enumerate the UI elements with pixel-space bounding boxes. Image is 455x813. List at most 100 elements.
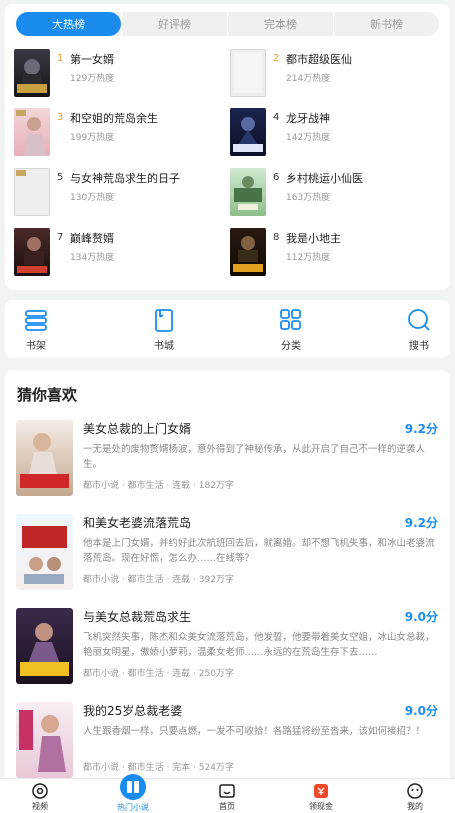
rank-number: 8 xyxy=(273,232,280,243)
book-cover[interactable] xyxy=(16,608,73,684)
nav-label: 搜书 xyxy=(409,341,429,352)
recommend-section: 猜你喜欢 美女总裁的上门女婿 9.2分 一无是处的废物赘婿杨波，意外得到了神秘传… xyxy=(5,370,450,780)
cash-icon xyxy=(314,784,328,798)
rank-number: 1 xyxy=(57,53,64,64)
bottom-tab-bar: 视频 热门小说 首页 领现金 我的 xyxy=(0,774,455,813)
nav-label: 书城 xyxy=(154,341,174,352)
book-cover[interactable] xyxy=(14,108,50,156)
book-heat: 142万热度 xyxy=(286,133,331,143)
nav-bookshelf[interactable]: 书架 xyxy=(6,308,66,354)
book-cover[interactable] xyxy=(16,702,73,778)
book-title: 与美女总裁荒岛求生 xyxy=(83,610,192,624)
book-title: 与女神荒岛求生的日子 xyxy=(70,172,180,185)
tabbar-cash[interactable]: 领现金 xyxy=(281,782,361,812)
bookstore-icon xyxy=(155,309,173,332)
book-title: 乡村桃运小仙医 xyxy=(286,172,363,185)
tabbar-profile[interactable]: 我的 xyxy=(375,782,455,812)
book-list-item[interactable]: 与美女总裁荒岛求生 9.0分 飞机突然失事，陈杰和众美女流落荒岛，他发誓，他要带… xyxy=(5,608,450,694)
rank-number: 6 xyxy=(273,172,280,183)
book-meta: 都市小说 · 都市生活 · 连载 · 250万字 xyxy=(83,669,234,679)
book-heat: 129万热度 xyxy=(70,74,115,84)
book-cover[interactable] xyxy=(230,168,266,216)
rank-item[interactable]: 6 乡村桃运小仙医 163万热度 xyxy=(230,168,440,218)
tabbar-label: 视频 xyxy=(32,802,48,811)
nav-category[interactable]: 分类 xyxy=(261,308,321,354)
book-title: 龙牙战神 xyxy=(286,112,330,125)
book-description: 人生跟香烟一样，只要点燃，一发不可收拾！各路猛将纷至沓来，该如何接招？！ xyxy=(83,726,426,737)
rank-number: 3 xyxy=(57,112,64,123)
ranking-tabs: 大热榜 好评榜 完本榜 新书榜 xyxy=(16,12,439,36)
book-heat: 199万热度 xyxy=(70,133,115,143)
nav-bookstore[interactable]: 书城 xyxy=(134,308,194,354)
quick-nav: 书架 书城 分类 搜书 xyxy=(5,300,450,358)
book-title: 和空姐的荒岛余生 xyxy=(70,112,158,125)
book-list-item[interactable]: 我的25岁总裁老婆 9.0分 人生跟香烟一样，只要点燃，一发不可收拾！各路猛将纷… xyxy=(5,702,450,780)
section-heading: 猜你喜欢 xyxy=(17,386,78,404)
book-list-item[interactable]: 美女总裁的上门女婿 9.2分 一无是处的废物赘婿杨波，意外得到了神秘传承，从此开… xyxy=(5,420,450,506)
category-icon xyxy=(280,309,301,330)
tab-new[interactable]: 新书榜 xyxy=(333,12,439,36)
book-description: 一无是处的废物赘婿杨波，意外得到了神秘传承，从此开启了自己不一样的逆袭人生。 xyxy=(83,444,426,470)
book-heat: 134万热度 xyxy=(70,253,115,263)
book-score: 9.2分 xyxy=(404,516,438,530)
book-cover[interactable] xyxy=(14,49,50,97)
book-title: 美女总裁的上门女婿 xyxy=(83,422,192,436)
rank-item[interactable]: 4 龙牙战神 142万热度 xyxy=(230,108,440,158)
tab-completed[interactable]: 完本榜 xyxy=(227,12,333,36)
nav-label: 书架 xyxy=(26,341,46,352)
book-meta: 都市小说 · 都市生活 · 连载 · 182万字 xyxy=(83,481,234,491)
nav-search[interactable]: 搜书 xyxy=(389,308,449,354)
book-description: 他本是上门女婿，并约好此次航班回去后，就离婚。却不想飞机失事，和冰山老婆流落荒岛… xyxy=(83,538,435,564)
book-heat: 214万热度 xyxy=(286,74,331,84)
book-title: 我的25岁总裁老婆 xyxy=(83,704,183,718)
book-score: 9.2分 xyxy=(404,422,438,436)
book-cover[interactable] xyxy=(230,49,266,97)
book-cover[interactable] xyxy=(230,108,266,156)
book-meta: 都市小说 · 都市生活 · 完本 · 524万字 xyxy=(83,763,234,773)
tabbar-label: 领现金 xyxy=(309,802,333,811)
rank-item[interactable]: 7 巅峰赘婿 134万热度 xyxy=(14,228,224,278)
video-icon xyxy=(32,783,48,799)
home-icon xyxy=(219,784,235,798)
rank-number: 4 xyxy=(273,112,280,123)
book-title: 我是小地主 xyxy=(286,232,341,245)
tab-hot[interactable]: 大热榜 xyxy=(16,12,121,36)
book-cover[interactable] xyxy=(230,228,266,276)
book-description: 飞机突然失事，陈杰和众美女流落荒岛，他发誓，他要带着美女空姐，冰山女总裁，艳丽女… xyxy=(83,632,435,658)
rank-number: 5 xyxy=(57,172,64,183)
nav-label: 分类 xyxy=(281,341,301,352)
rank-number: 7 xyxy=(57,232,64,243)
bookshelf-icon xyxy=(25,310,47,331)
tabbar-home[interactable]: 首页 xyxy=(187,782,267,812)
book-heat: 130万热度 xyxy=(70,193,115,203)
book-heat: 163万热度 xyxy=(286,193,331,203)
rank-number: 2 xyxy=(273,53,280,64)
profile-icon xyxy=(407,783,423,799)
tabbar-label: 我的 xyxy=(407,802,423,811)
book-title: 和美女老婆流落荒岛 xyxy=(83,516,192,530)
rank-item[interactable]: 3 和空姐的荒岛余生 199万热度 xyxy=(14,108,224,158)
book-list-item[interactable]: 和美女老婆流落荒岛 9.2分 他本是上门女婿，并约好此次航班回去后，就离婚。却不… xyxy=(5,514,450,600)
tab-top-rated[interactable]: 好评榜 xyxy=(121,12,227,36)
book-heat: 112万热度 xyxy=(286,253,331,263)
ranking-card: 大热榜 好评榜 完本榜 新书榜 1 第一女婿 129万热度 2 都市超级医仙 2… xyxy=(5,4,450,290)
book-cover[interactable] xyxy=(14,228,50,276)
book-title: 第一女婿 xyxy=(70,53,114,66)
rank-item[interactable]: 2 都市超级医仙 214万热度 xyxy=(230,49,440,99)
tabbar-label: 热门小说 xyxy=(117,803,149,812)
book-title: 巅峰赘婿 xyxy=(70,232,114,245)
rank-item[interactable]: 8 我是小地主 112万热度 xyxy=(230,228,440,278)
book-cover[interactable] xyxy=(16,514,73,590)
rank-item[interactable]: 5 与女神荒岛求生的日子 130万热度 xyxy=(14,168,224,218)
tabbar-video[interactable]: 视频 xyxy=(0,782,80,812)
book-cover[interactable] xyxy=(16,420,73,496)
search-icon xyxy=(408,309,430,331)
book-title: 都市超级医仙 xyxy=(286,53,352,66)
book-score: 9.0分 xyxy=(404,704,438,718)
rank-item[interactable]: 1 第一女婿 129万热度 xyxy=(14,49,224,99)
tabbar-label: 首页 xyxy=(219,802,235,811)
book-meta: 都市小说 · 都市生活 · 连载 · 392万字 xyxy=(83,575,234,585)
book-score: 9.0分 xyxy=(404,610,438,624)
tabbar-hot-novel[interactable]: 热门小说 xyxy=(93,773,173,813)
book-cover[interactable] xyxy=(14,168,50,216)
